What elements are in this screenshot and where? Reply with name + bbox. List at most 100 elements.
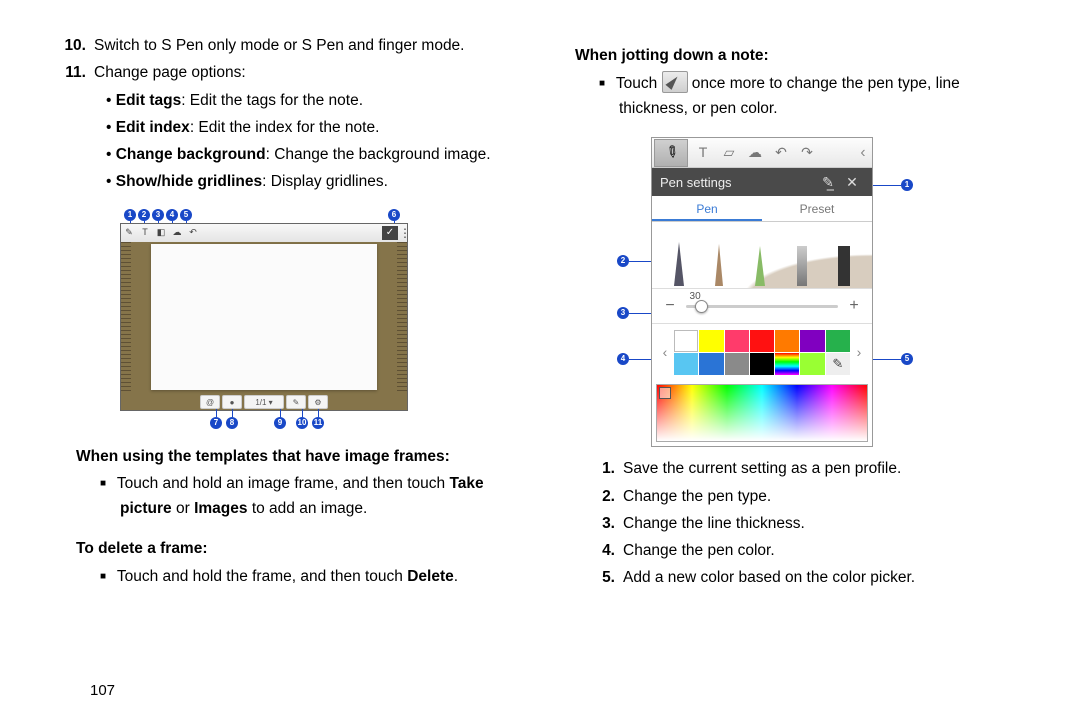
txt-bold: Delete — [407, 568, 454, 585]
ruler-right — [397, 242, 407, 394]
eraser-tool-icon: ◧ — [154, 226, 168, 240]
step-10-text: Switch to S Pen only mode or S Pen and f… — [94, 37, 465, 54]
txt-bold: Images — [194, 500, 247, 517]
chevron-left-icon: ‹ — [656, 342, 674, 363]
txt: Save the current setting as a pen profil… — [623, 460, 901, 477]
sub-desc: : Change the background image. — [266, 146, 491, 163]
pen-settings-titlebar: Pen settings ✎̲ ✕ — [652, 168, 872, 196]
step-11-number: 11. — [60, 61, 86, 84]
step-11-text: Change page options: — [94, 64, 246, 81]
chevron-left-icon: ‹ — [854, 141, 872, 164]
sub-desc: : Display gridlines. — [262, 173, 388, 190]
txt: Add a new color based on the color picke… — [623, 569, 915, 586]
pen-type-icon — [755, 246, 765, 286]
eraser-tool-icon: ▱ — [716, 142, 742, 163]
color-swatch — [674, 353, 698, 375]
tab-pen: Pen — [652, 196, 762, 221]
menu-icon: ⋮ — [399, 224, 407, 242]
txt: Touch and hold the frame, and then touch — [117, 568, 407, 585]
rstep-2: 2. Change the pen type. — [575, 485, 1030, 508]
txt: Touch and hold an image frame, and then … — [117, 475, 450, 492]
callout-badge: 4 — [617, 353, 629, 365]
rstep-3: 3. Change the line thickness. — [575, 512, 1030, 535]
txt: Change the line thickness. — [623, 515, 805, 532]
color-swatch — [800, 330, 824, 352]
color-swatch-row: ‹ ✎ › — [652, 324, 872, 380]
save-profile-icon: ✎̲ — [816, 172, 840, 193]
manual-page: 10. Switch to S Pen only mode or S Pen an… — [0, 0, 1080, 625]
plus-icon: + — [846, 294, 862, 318]
pen-type-icon — [674, 242, 684, 286]
color-swatch — [725, 330, 749, 352]
pen-tool-selected-icon: ✎ — [654, 139, 688, 167]
close-icon: ✕ — [840, 172, 864, 193]
heading-jotting: When jotting down a note: — [575, 44, 1030, 67]
color-picker — [656, 384, 868, 442]
callout-badge: 1 — [124, 209, 136, 221]
num: 4. — [597, 539, 615, 562]
callout-badge: 11 — [312, 417, 324, 429]
swatch-grid: ✎ — [674, 330, 850, 375]
minus-icon: − — [662, 294, 678, 318]
step-10: 10. Switch to S Pen only mode or S Pen an… — [60, 34, 515, 57]
spen-mode-icon: ✎ — [286, 395, 306, 409]
delete-list: Touch and hold the frame, and then touch… — [60, 565, 515, 590]
num: 5. — [597, 566, 615, 589]
sub-show-hide-gridlines: Show/hide gridlines: Display gridlines. — [120, 170, 515, 193]
templates-list: Touch and hold an image frame, and then … — [60, 472, 515, 522]
txt: Change the pen type. — [623, 488, 771, 505]
pen-tabs: Pen Preset — [652, 196, 872, 222]
undo-icon: ↶ — [186, 226, 200, 240]
page-number: 107 — [90, 680, 115, 703]
shape-tool-icon: ☁ — [170, 226, 184, 240]
num: 2. — [597, 485, 615, 508]
right-column: When jotting down a note: Touch once mor… — [575, 30, 1030, 605]
color-swatch — [725, 353, 749, 375]
num: 3. — [597, 512, 615, 535]
step-10-number: 10. — [60, 34, 86, 57]
tab-preset: Preset — [762, 196, 872, 221]
pen-type-icon — [797, 246, 807, 286]
callout-badge: 3 — [152, 209, 164, 221]
attach-icon: @ — [200, 395, 220, 409]
heading-delete-frame: To delete a frame: — [60, 537, 515, 560]
options-icon: ⚙ — [308, 395, 328, 409]
callout-badge: 10 — [296, 417, 308, 429]
txt: Change the pen color. — [623, 542, 775, 559]
thickness-slider: 30 — [686, 305, 838, 308]
step-11-sublist: Edit tags: Edit the tags for the note. E… — [60, 89, 515, 194]
pen-tool-icon: ✎ — [122, 226, 136, 240]
left-column: 10. Switch to S Pen only mode or S Pen an… — [60, 30, 515, 605]
callout-badge: 2 — [617, 255, 629, 267]
rstep-5: 5. Add a new color based on the color pic… — [575, 566, 1030, 589]
editor-bottom-bar: @ ● 1/1 ▾ ✎ ⚙ — [121, 394, 407, 410]
txt: or — [172, 500, 194, 517]
record-icon: ● — [222, 395, 242, 409]
slider-knob-icon — [695, 300, 708, 313]
text-tool-icon: T — [138, 226, 152, 240]
color-swatch — [750, 330, 774, 352]
figure-note-editor: 1 2 3 4 5 6 ✎ T ◧ ☁ ↶ — [120, 209, 420, 431]
pen-type-row — [652, 222, 872, 288]
callout-badge: 1 — [901, 179, 913, 191]
color-swatch — [674, 330, 698, 352]
pen-settings-title: Pen settings — [660, 173, 732, 193]
chevron-right-icon: › — [850, 342, 868, 363]
heading-templates: When using the templates that have image… — [60, 445, 515, 468]
thickness-row: − 30 + — [652, 288, 872, 324]
text-tool-icon: T — [690, 142, 716, 163]
callout-badge: 5 — [901, 353, 913, 365]
confirm-icon: ✓ — [382, 226, 398, 240]
sub-desc: : Edit the tags for the note. — [181, 92, 363, 109]
callout-badge: 2 — [138, 209, 150, 221]
sub-change-background: Change background: Change the background… — [120, 143, 515, 166]
page-indicator: 1/1 ▾ — [244, 395, 284, 409]
panel-toolbar: ✎ T ▱ ☁ ↶ ↷ ‹ — [652, 138, 872, 168]
note-page — [151, 244, 377, 390]
num: 1. — [597, 457, 615, 480]
color-swatch — [826, 330, 850, 352]
sub-desc: : Edit the index for the note. — [190, 119, 380, 136]
pen-type-icon — [838, 246, 850, 286]
eyedropper-icon: ✎ — [826, 353, 850, 375]
color-swatch — [750, 353, 774, 375]
